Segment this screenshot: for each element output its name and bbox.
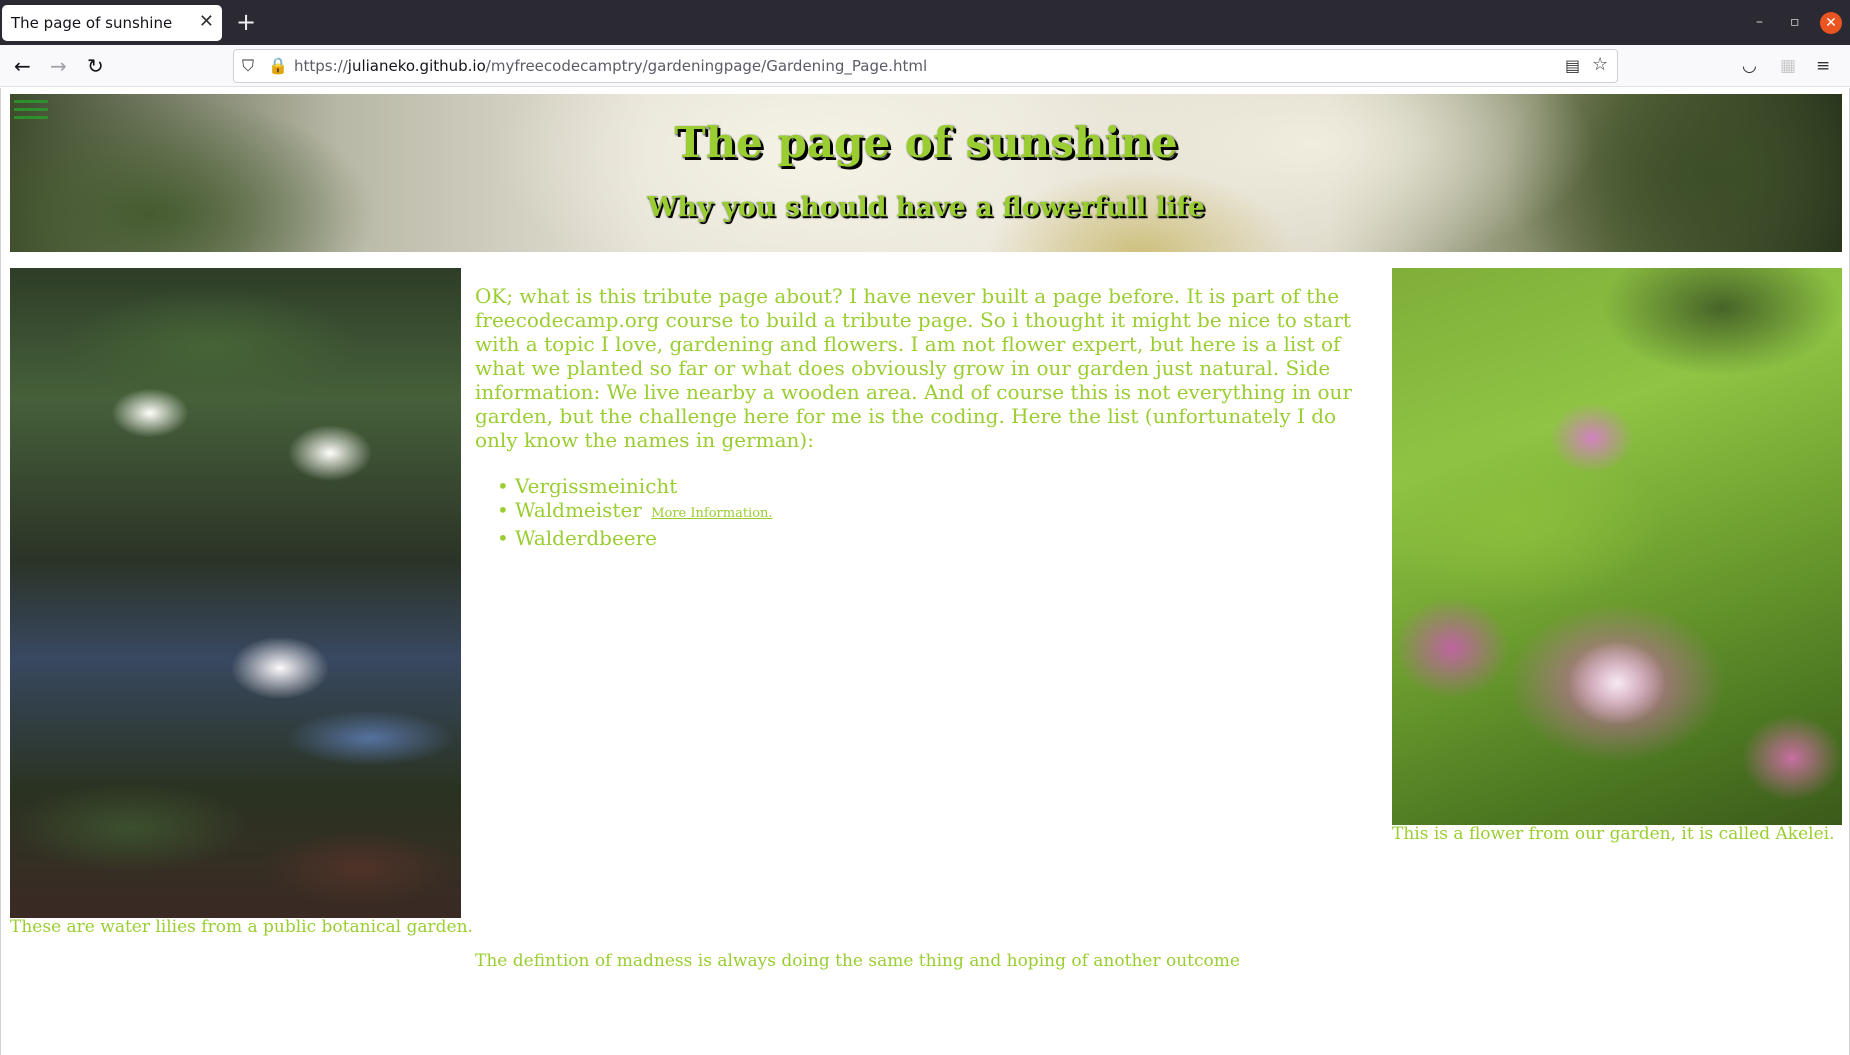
page-title: The page of sunshine [674,118,1178,167]
plant-name: Walderdbeere [515,526,658,550]
reload-icon[interactable]: ↻ [87,53,104,79]
url-domain: julianeko.github.io [347,57,486,75]
plant-name: Vergissmeinicht [515,474,678,498]
intro-paragraph: OK; what is this tribute page about? I h… [475,284,1353,452]
address-bar[interactable]: ⛉ 🔒 https://julianeko.github.io/myfreeco… [233,49,1618,83]
plant-list: Vergissmeinicht Waldmeister More Informa… [475,474,1075,550]
madness-quote: The defintion of madness is always doing… [475,951,1240,971]
minimize-window-button[interactable]: – [1756,11,1763,33]
extension-icon[interactable]: ▦ [1780,54,1796,78]
tab-title: The page of sunshine [11,14,173,32]
reader-view-icon[interactable]: ▤ [1565,55,1580,77]
akelei-flower-image [1392,268,1842,825]
list-item: Walderdbeere [475,526,1075,550]
pocket-icon[interactable]: ◡ [1742,54,1757,78]
list-item: Vergissmeinicht [475,474,1075,498]
page-viewport: The page of sunshine Why you should have… [0,88,1850,1055]
water-lilies-caption: These are water lilies from a public bot… [10,917,473,937]
bookmark-star-icon[interactable]: ☆ [1592,54,1608,76]
list-item: Waldmeister More Information. [475,498,1075,526]
new-tab-button[interactable]: + [236,8,256,36]
more-information-link[interactable]: More Information. [651,506,772,521]
lock-icon[interactable]: 🔒 [268,55,288,77]
url-path: /myfreecodecamptry/gardeningpage/Gardeni… [485,57,928,75]
plant-name: Waldmeister [515,498,642,522]
page-subtitle: Why you should have a flowerfull life [647,192,1205,223]
browser-tab-bar: The page of sunshine ✕ + – ▫ ✕ [0,0,1850,45]
hamburger-menu-icon[interactable]: ≡ [1816,54,1830,78]
browser-tab-active[interactable]: The page of sunshine ✕ [2,5,222,41]
maximize-window-button[interactable]: ▫ [1790,11,1800,33]
browser-nav-bar: ← → ↻ ⛉ 🔒 https://julianeko.github.io/my… [0,45,1850,87]
akelei-caption: This is a flower from our garden, it is … [1392,824,1835,844]
close-tab-icon[interactable]: ✕ [199,11,214,33]
header-banner: The page of sunshine Why you should have… [10,94,1842,252]
water-lilies-image [10,268,461,918]
url-prefix: https:// [294,57,348,75]
back-arrow-icon[interactable]: ← [14,53,31,79]
close-window-button[interactable]: ✕ [1820,12,1842,34]
forward-arrow-icon[interactable]: → [50,53,67,79]
url-text[interactable]: https://julianeko.github.io/myfreecodeca… [294,57,927,75]
tracking-shield-icon[interactable]: ⛉ [242,55,254,77]
